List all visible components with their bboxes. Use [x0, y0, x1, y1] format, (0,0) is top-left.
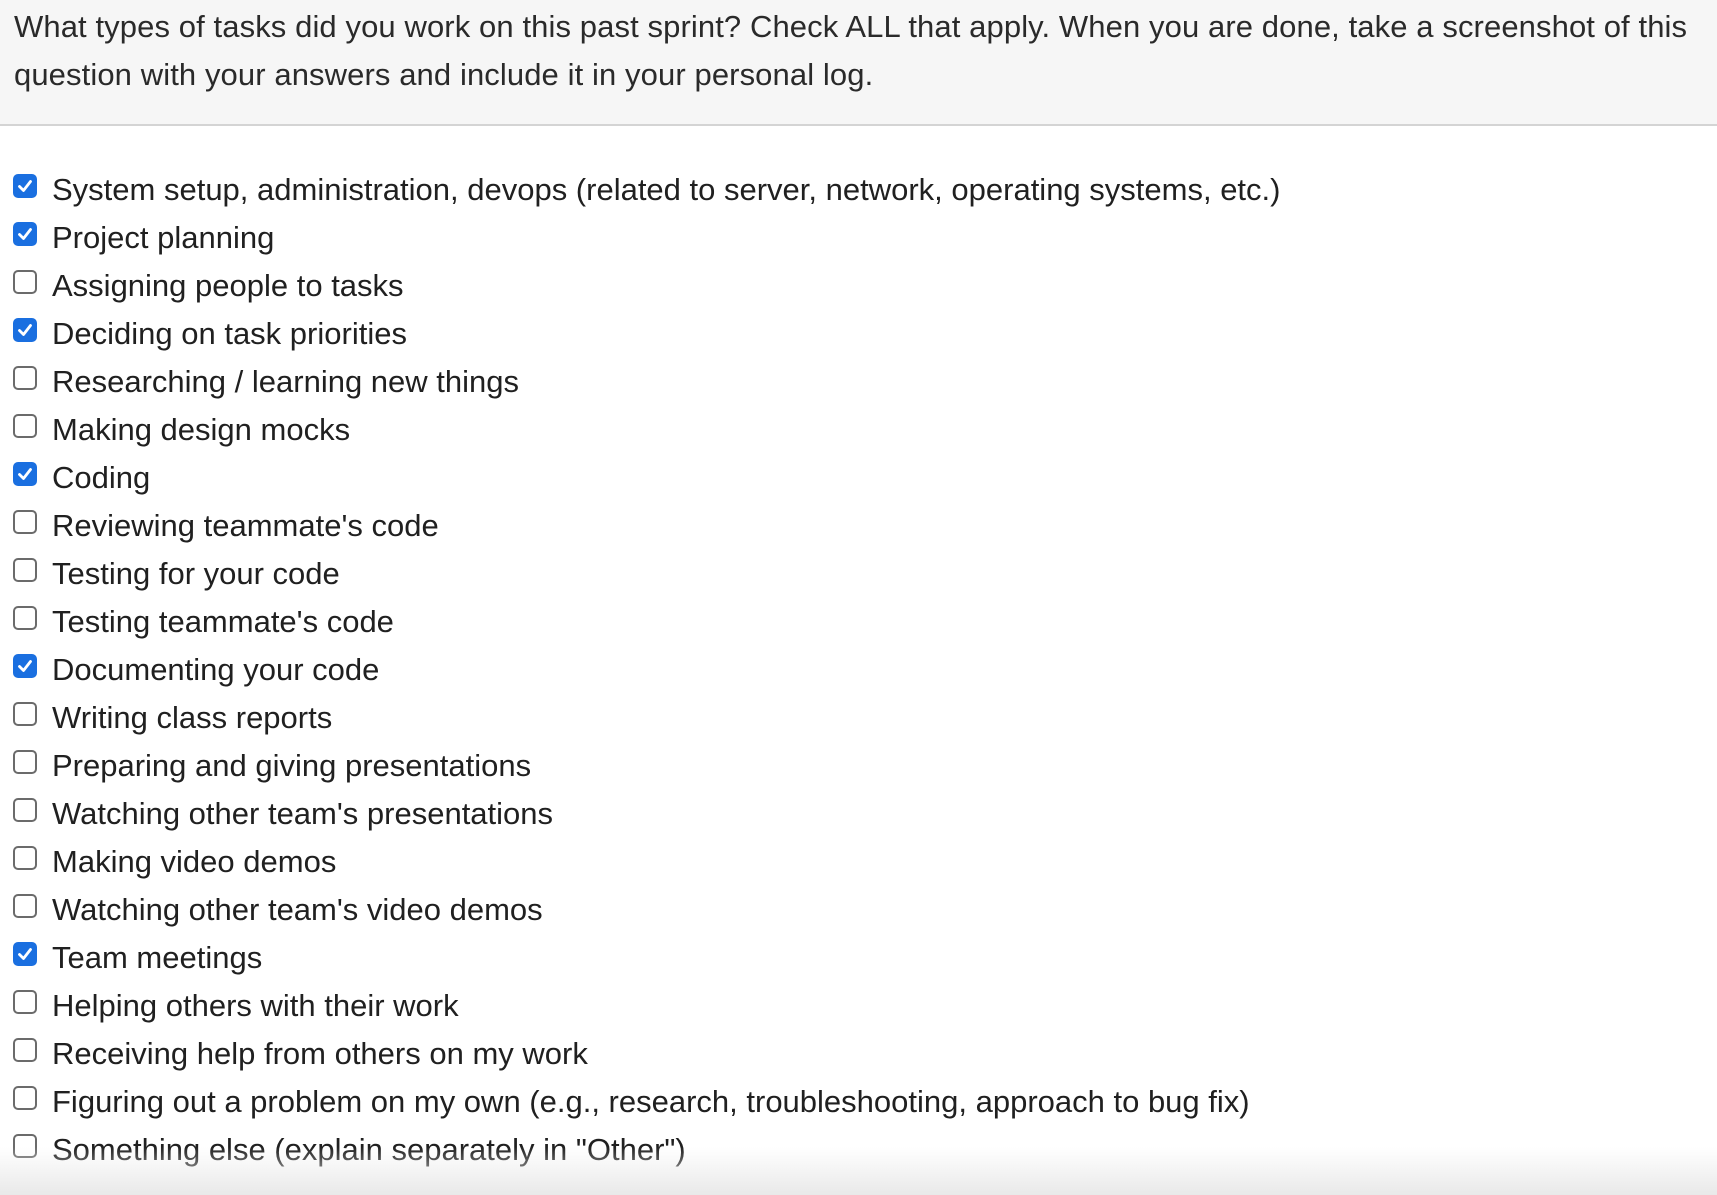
option-team-meetings[interactable]: Team meetings: [13, 934, 1717, 982]
option-testing-teammate-code[interactable]: Testing teammate's code: [13, 598, 1717, 646]
option-researching[interactable]: Researching / learning new things: [13, 358, 1717, 406]
option-figuring-out-problem[interactable]: Figuring out a problem on my own (e.g., …: [13, 1078, 1717, 1126]
checkmark-icon: [18, 660, 32, 672]
checkmark-icon: [18, 324, 32, 336]
option-label: Assigning people to tasks: [52, 268, 404, 303]
checkbox[interactable]: [13, 990, 37, 1014]
checkbox[interactable]: [13, 318, 37, 342]
option-label: Coding: [52, 460, 151, 495]
checkbox[interactable]: [13, 654, 37, 678]
checkbox[interactable]: [13, 174, 37, 198]
option-coding[interactable]: Coding: [13, 454, 1717, 502]
option-label: System setup, administration, devops (re…: [52, 172, 1281, 207]
option-design-mocks[interactable]: Making design mocks: [13, 406, 1717, 454]
option-testing-your-code[interactable]: Testing for your code: [13, 550, 1717, 598]
option-label: Helping others with their work: [52, 988, 459, 1023]
option-label: Preparing and giving presentations: [52, 748, 532, 783]
checkbox[interactable]: [13, 750, 37, 774]
checkbox[interactable]: [13, 366, 37, 390]
option-watching-video-demos[interactable]: Watching other team's video demos: [13, 886, 1717, 934]
option-label: Writing class reports: [52, 700, 333, 735]
option-label: Receiving help from others on my work: [52, 1036, 588, 1071]
checkbox[interactable]: [13, 798, 37, 822]
option-label: Figuring out a problem on my own (e.g., …: [52, 1084, 1250, 1119]
option-watching-presentations[interactable]: Watching other team's presentations: [13, 790, 1717, 838]
checkbox[interactable]: [13, 702, 37, 726]
checkbox[interactable]: [13, 414, 37, 438]
checkmark-icon: [18, 228, 32, 240]
option-something-else[interactable]: Something else (explain separately in "O…: [13, 1126, 1717, 1174]
checkbox[interactable]: [13, 270, 37, 294]
option-video-demos[interactable]: Making video demos: [13, 838, 1717, 886]
checkbox[interactable]: [13, 222, 37, 246]
option-label: Researching / learning new things: [52, 364, 519, 399]
checkbox[interactable]: [13, 510, 37, 534]
option-receiving-help[interactable]: Receiving help from others on my work: [13, 1030, 1717, 1078]
option-label: Testing teammate's code: [52, 604, 394, 639]
checkbox[interactable]: [13, 558, 37, 582]
checkbox[interactable]: [13, 606, 37, 630]
option-presentations[interactable]: Preparing and giving presentations: [13, 742, 1717, 790]
option-label: Testing for your code: [52, 556, 340, 591]
checkbox[interactable]: [13, 1038, 37, 1062]
option-label: Reviewing teammate's code: [52, 508, 439, 543]
options-list: System setup, administration, devops (re…: [13, 166, 1717, 1174]
checkmark-icon: [18, 468, 32, 480]
option-helping-others[interactable]: Helping others with their work: [13, 982, 1717, 1030]
option-class-reports[interactable]: Writing class reports: [13, 694, 1717, 742]
option-label: Something else (explain separately in "O…: [52, 1132, 686, 1167]
option-label: Deciding on task priorities: [52, 316, 407, 351]
question-text: What types of tasks did you work on this…: [14, 9, 1688, 92]
option-documenting[interactable]: Documenting your code: [13, 646, 1717, 694]
checkbox[interactable]: [13, 462, 37, 486]
checkbox[interactable]: [13, 1086, 37, 1110]
checkbox[interactable]: [13, 942, 37, 966]
option-label: Project planning: [52, 220, 275, 255]
option-label: Team meetings: [52, 940, 263, 975]
checkbox[interactable]: [13, 894, 37, 918]
checkbox[interactable]: [13, 1134, 37, 1158]
option-label: Watching other team's presentations: [52, 796, 554, 831]
option-system-setup[interactable]: System setup, administration, devops (re…: [13, 166, 1717, 214]
option-label: Making design mocks: [52, 412, 351, 447]
option-reviewing-code[interactable]: Reviewing teammate's code: [13, 502, 1717, 550]
option-label: Documenting your code: [52, 652, 380, 687]
checkmark-icon: [18, 948, 32, 960]
option-project-planning[interactable]: Project planning: [13, 214, 1717, 262]
checkmark-icon: [18, 180, 32, 192]
checkbox[interactable]: [13, 846, 37, 870]
option-assigning-people[interactable]: Assigning people to tasks: [13, 262, 1717, 310]
option-label: Watching other team's video demos: [52, 892, 543, 927]
option-label: Making video demos: [52, 844, 337, 879]
question-header: What types of tasks did you work on this…: [0, 0, 1717, 126]
option-task-priorities[interactable]: Deciding on task priorities: [13, 310, 1717, 358]
